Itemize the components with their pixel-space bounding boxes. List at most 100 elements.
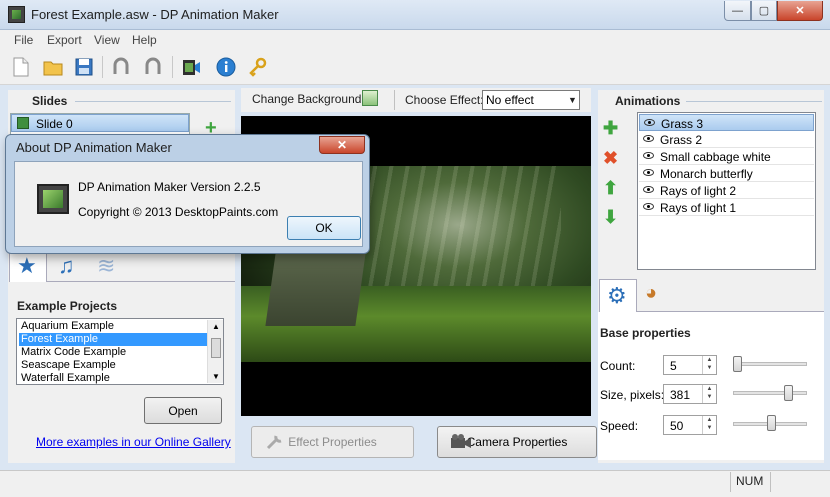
animation-item[interactable]: Small cabbage white [639,148,814,165]
ok-button[interactable]: OK [287,216,361,240]
slides-heading: Slides [32,94,68,108]
count-slider-thumb[interactable] [733,356,742,372]
animation-item[interactable]: Rays of light 2 [639,182,814,199]
divider [770,472,771,492]
base-properties-heading: Base properties [600,326,691,340]
wrench-icon [266,435,282,450]
change-background-icon[interactable] [362,90,378,106]
scroll-up-icon[interactable]: ▲ [212,322,220,331]
count-label: Count: [600,359,636,373]
key-icon[interactable] [245,54,271,80]
list-item[interactable]: Seascape Example [19,359,207,372]
list-item[interactable]: Matrix Code Example [19,346,207,359]
size-stepper[interactable]: 381 ▲ ▼ [663,384,717,404]
slide-icon [17,117,29,129]
scrollbar[interactable]: ▲ ▼ [207,320,223,383]
menu-view[interactable]: View [94,33,120,47]
camera-properties-label: Camera Properties [466,435,568,449]
dialog-close-button[interactable]: ✕ [319,136,365,154]
camera-properties-button[interactable]: Camera Properties [437,426,597,458]
animations-heading: Animations [615,94,681,108]
toolbar-separator [102,56,103,78]
chevron-down-icon[interactable]: ▼ [568,95,577,105]
count-slider[interactable] [733,362,807,366]
palette-icon[interactable]: ◕ [645,282,657,305]
eye-icon[interactable] [643,203,654,210]
move-up-icon[interactable]: ⬆ [603,178,618,199]
minimize-button[interactable]: — [724,1,751,21]
spin-arrows-icon[interactable]: ▲ ▼ [702,416,716,434]
open-button[interactable]: Open [144,397,222,424]
eye-icon[interactable] [643,135,654,142]
online-gallery-link[interactable]: More examples in our Online Gallery [36,435,231,449]
choose-effect-label: Choose Effect: [405,93,484,107]
count-value: 5 [670,359,677,373]
divider [75,101,231,102]
change-background-label[interactable]: Change Background [252,92,361,106]
divider [686,101,822,102]
speed-stepper[interactable]: 50 ▲ ▼ [663,415,717,435]
size-label: Size, pixels: [600,388,665,402]
speed-value: 50 [670,419,684,433]
list-item[interactable]: Aquarium Example [19,320,207,333]
example-projects-list[interactable]: Aquarium Example Forest Example Matrix C… [16,318,224,385]
export-video-icon[interactable] [178,54,204,80]
new-file-icon[interactable] [8,54,34,80]
speed-slider-thumb[interactable] [767,415,776,431]
tab-baseline [47,281,235,282]
status-bar [0,470,830,497]
app-logo-icon [37,184,69,214]
info-icon[interactable] [213,54,239,80]
open-folder-icon[interactable] [40,54,66,80]
scroll-down-icon[interactable]: ▼ [212,372,220,381]
star-icon: ★ [17,253,37,278]
list-item-selected[interactable]: Forest Example [19,333,207,346]
app-icon [8,6,25,23]
effect-select[interactable]: No effect [482,90,580,110]
version-text: DP Animation Maker Version 2.2.5 [78,180,261,194]
spin-arrows-icon[interactable]: ▲ ▼ [702,356,716,374]
menu-help[interactable]: Help [132,33,157,47]
save-icon[interactable] [71,54,97,80]
menu-export[interactable]: Export [47,33,82,47]
effect-properties-button[interactable]: Effect Properties [251,426,414,458]
add-animation-icon[interactable]: ✚ [603,118,618,139]
animation-item-selected[interactable]: Grass 3 [639,114,814,131]
dialog-title: About DP Animation Maker [16,140,172,155]
eye-icon[interactable] [643,152,654,159]
size-slider-thumb[interactable] [784,385,793,401]
scroll-thumb[interactable] [211,338,221,358]
wave-icon[interactable]: ≋ [97,253,115,279]
menu-bar [0,30,830,50]
music-icon[interactable]: ♫ [58,253,75,279]
animation-item[interactable]: Grass 2 [639,131,814,148]
animations-list[interactable]: Grass 3 Grass 2 Small cabbage white Mona… [637,112,816,270]
stone-stairs [265,246,367,326]
slide-label: Slide 0 [36,117,73,131]
eye-icon[interactable] [643,169,654,176]
list-item[interactable]: Waterfall Example [19,372,207,384]
maximize-button[interactable]: ▢ [751,1,777,21]
delete-animation-icon[interactable]: ✖ [603,148,618,169]
example-projects-heading: Example Projects [17,299,118,313]
redo-icon[interactable] [140,54,166,80]
animation-item[interactable]: Rays of light 1 [639,199,814,216]
toolbar-separator [172,56,173,78]
close-button[interactable]: ✕ [777,1,823,21]
eye-icon[interactable] [644,119,655,126]
gear-icon: ⚙ [607,283,627,308]
undo-icon[interactable] [108,54,134,80]
move-down-icon[interactable]: ⬇ [603,207,618,228]
count-stepper[interactable]: 5 ▲ ▼ [663,355,717,375]
slide-item[interactable]: Slide 0 [11,114,189,132]
copyright-text: Copyright © 2013 DesktopPaints.com [78,205,279,219]
menu-file[interactable]: File [14,33,33,47]
effect-properties-label: Effect Properties [288,435,377,449]
dialog-body: DP Animation Maker Version 2.2.5 Copyrig… [14,161,363,247]
size-slider[interactable] [733,391,807,395]
animation-item[interactable]: Monarch butterfly [639,165,814,182]
size-value: 381 [670,388,691,402]
spin-arrows-icon[interactable]: ▲ ▼ [702,385,716,403]
eye-icon[interactable] [643,186,654,193]
divider [730,472,731,492]
